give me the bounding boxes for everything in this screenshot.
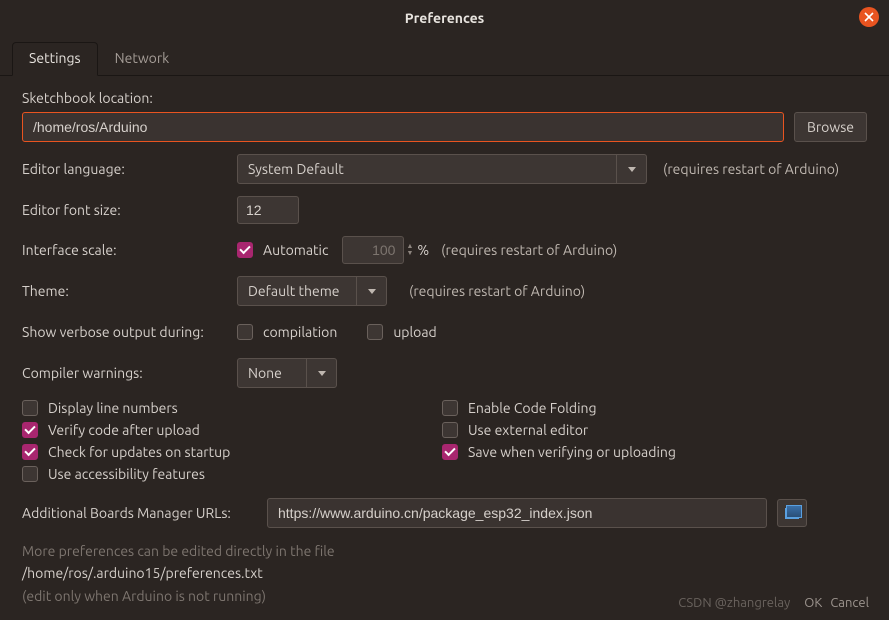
chevron-down-icon — [318, 371, 326, 376]
scale-percent-input[interactable] — [342, 236, 404, 264]
check-updates-label: Check for updates on startup — [48, 444, 230, 460]
tab-network[interactable]: Network — [98, 42, 187, 76]
save-when-verify-label: Save when verifying or uploading — [468, 444, 676, 460]
boards-url-label: Additional Boards Manager URLs: — [22, 505, 267, 521]
verify-after-upload-label: Verify code after upload — [48, 422, 200, 438]
tab-settings[interactable]: Settings — [12, 42, 98, 76]
display-line-numbers-label: Display line numbers — [48, 400, 178, 416]
restart-note-1: (requires restart of Arduino) — [663, 161, 839, 177]
interface-scale-label: Interface scale: — [22, 242, 237, 258]
external-editor-label: Use external editor — [468, 422, 588, 438]
editor-language-label: Editor language: — [22, 161, 237, 177]
boards-url-input[interactable] — [267, 498, 767, 528]
browse-button[interactable]: Browse — [794, 112, 867, 142]
theme-value: Default theme — [248, 283, 340, 299]
close-icon — [864, 12, 874, 22]
font-size-label: Editor font size: — [22, 202, 237, 218]
verify-after-upload-checkbox[interactable] — [22, 422, 38, 438]
compiler-warnings-value: None — [248, 365, 282, 381]
sketchbook-path-input[interactable] — [22, 112, 784, 142]
window-icon — [785, 508, 799, 519]
boards-url-expand-button[interactable] — [777, 499, 807, 527]
close-button[interactable] — [859, 7, 879, 27]
verbose-label: Show verbose output during: — [22, 324, 237, 340]
ok-button[interactable]: OK — [804, 596, 822, 610]
watermark-text: CSDN @zhangrelay — [678, 596, 790, 610]
external-editor-checkbox[interactable] — [442, 422, 458, 438]
accessibility-label: Use accessibility features — [48, 466, 205, 482]
chevron-down-icon — [628, 167, 636, 172]
upload-label: upload — [393, 324, 436, 340]
accessibility-checkbox[interactable] — [22, 466, 38, 482]
restart-note-2: (requires restart of Arduino) — [441, 242, 617, 258]
compiler-warnings-select[interactable]: None — [237, 358, 337, 388]
prefs-file-path[interactable]: /home/ros/.arduino15/preferences.txt — [22, 562, 867, 584]
code-folding-label: Enable Code Folding — [468, 400, 597, 416]
automatic-label: Automatic — [263, 242, 328, 258]
check-updates-checkbox[interactable] — [22, 444, 38, 460]
editor-language-select[interactable]: System Default — [237, 154, 647, 184]
upload-checkbox[interactable] — [367, 324, 383, 340]
window-title: Preferences — [405, 10, 485, 26]
more-prefs-text: More preferences can be edited directly … — [22, 540, 867, 562]
percent-label: % — [417, 242, 429, 258]
compiler-warnings-label: Compiler warnings: — [22, 365, 237, 381]
sketchbook-label: Sketchbook location: — [22, 90, 867, 106]
compilation-label: compilation — [263, 324, 337, 340]
code-folding-checkbox[interactable] — [442, 400, 458, 416]
restart-note-3: (requires restart of Arduino) — [409, 283, 585, 299]
font-size-input[interactable] — [237, 196, 299, 224]
display-line-numbers-checkbox[interactable] — [22, 400, 38, 416]
cancel-button[interactable]: Cancel — [830, 596, 869, 610]
save-when-verify-checkbox[interactable] — [442, 444, 458, 460]
scale-down-icon[interactable]: ▼ — [406, 250, 413, 257]
theme-label: Theme: — [22, 283, 237, 299]
editor-language-value: System Default — [248, 161, 344, 177]
compilation-checkbox[interactable] — [237, 324, 253, 340]
theme-select[interactable]: Default theme — [237, 276, 387, 306]
automatic-checkbox[interactable] — [237, 242, 253, 258]
chevron-down-icon — [368, 289, 376, 294]
